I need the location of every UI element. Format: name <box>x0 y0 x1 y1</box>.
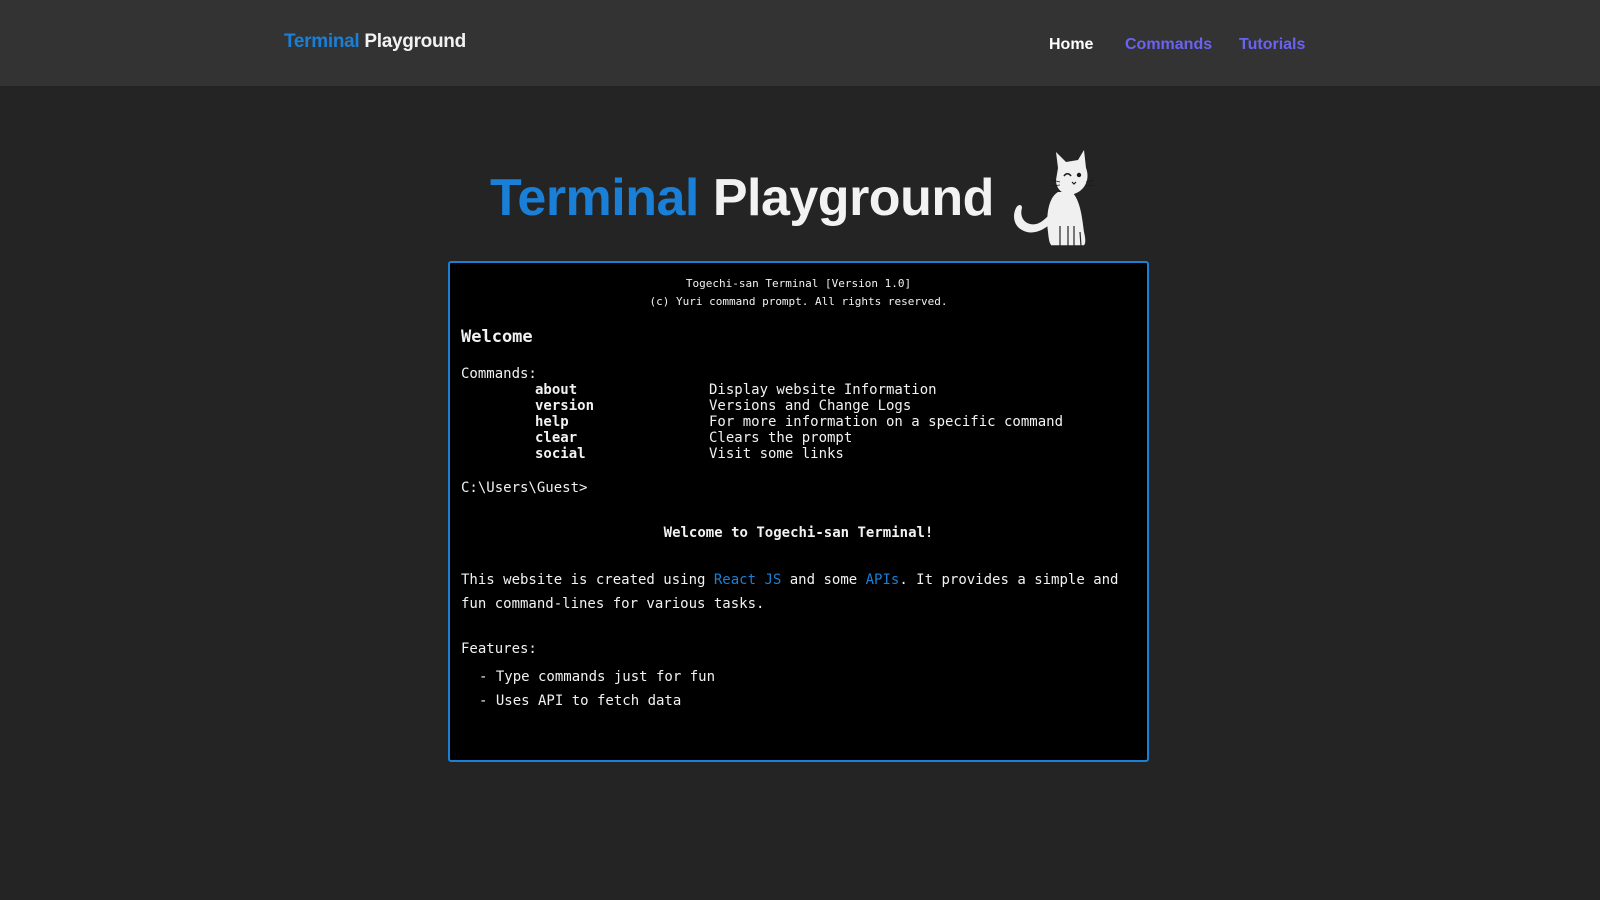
apis-link[interactable]: APIs <box>866 572 900 588</box>
command-prompt-input[interactable]: C:\Users\Guest> <box>461 480 587 496</box>
description-text: and some <box>781 572 866 588</box>
hero-title-part2: Playground <box>712 169 995 227</box>
description-text: This website is created using <box>461 572 714 588</box>
brand-part2: Playground <box>364 31 466 52</box>
cat-icon <box>1014 150 1095 247</box>
command-name: about <box>535 382 578 398</box>
welcome-banner: Welcome to Togechi-san Terminal! <box>663 525 934 541</box>
command-description: Versions and Change Logs <box>709 398 912 414</box>
command-name: help <box>535 414 569 430</box>
command-description: Clears the prompt <box>709 430 853 446</box>
command-row: social Visit some links <box>535 446 1063 462</box>
nav-link-home[interactable]: Home <box>1049 36 1093 54</box>
command-row: about Display website Information <box>535 382 1063 398</box>
command-name: social <box>535 446 586 462</box>
react-js-link[interactable]: React JS <box>714 572 781 588</box>
commands-label: Commands: <box>461 366 537 382</box>
welcome-heading: Welcome <box>461 327 533 347</box>
command-description: Display website Information <box>709 382 937 398</box>
brand-link[interactable]: Terminal Playground <box>284 31 466 53</box>
command-row: version Versions and Change Logs <box>535 398 1063 414</box>
terminal-copyright-line: (c) Yuri command prompt. All rights rese… <box>649 295 948 308</box>
brand-part1: Terminal <box>284 31 360 52</box>
command-row: clear Clears the prompt <box>535 430 1063 446</box>
commands-list: about Display website Information versio… <box>535 382 1063 462</box>
features-label: Features: <box>461 641 537 657</box>
nav-link-tutorials[interactable]: Tutorials <box>1239 36 1305 54</box>
command-description: Visit some links <box>709 446 844 462</box>
terminal-header: Togechi-san Terminal [Version 1.0] (c) Y… <box>450 275 1147 311</box>
terminal-version-line: Togechi-san Terminal [Version 1.0] <box>685 277 912 290</box>
terminal-window[interactable]: Togechi-san Terminal [Version 1.0] (c) Y… <box>448 261 1149 762</box>
command-name: clear <box>535 430 578 446</box>
feature-item: - Type commands just for fun <box>479 669 716 685</box>
command-description: For more information on a specific comma… <box>709 414 1064 430</box>
command-name: version <box>535 398 595 414</box>
hero-title-part1: Terminal <box>490 169 699 227</box>
navbar: Terminal Playground Home Commands Tutori… <box>0 0 1600 86</box>
features-list: - Type commands just for fun - Uses API … <box>479 665 715 713</box>
description-paragraph: This website is created using React JS a… <box>461 568 1131 616</box>
command-row: help For more information on a specific … <box>535 414 1063 430</box>
nav-link-commands[interactable]: Commands <box>1125 36 1212 54</box>
feature-item: - Uses API to fetch data <box>479 693 682 709</box>
hero-title: Terminal Playground <box>490 168 994 228</box>
